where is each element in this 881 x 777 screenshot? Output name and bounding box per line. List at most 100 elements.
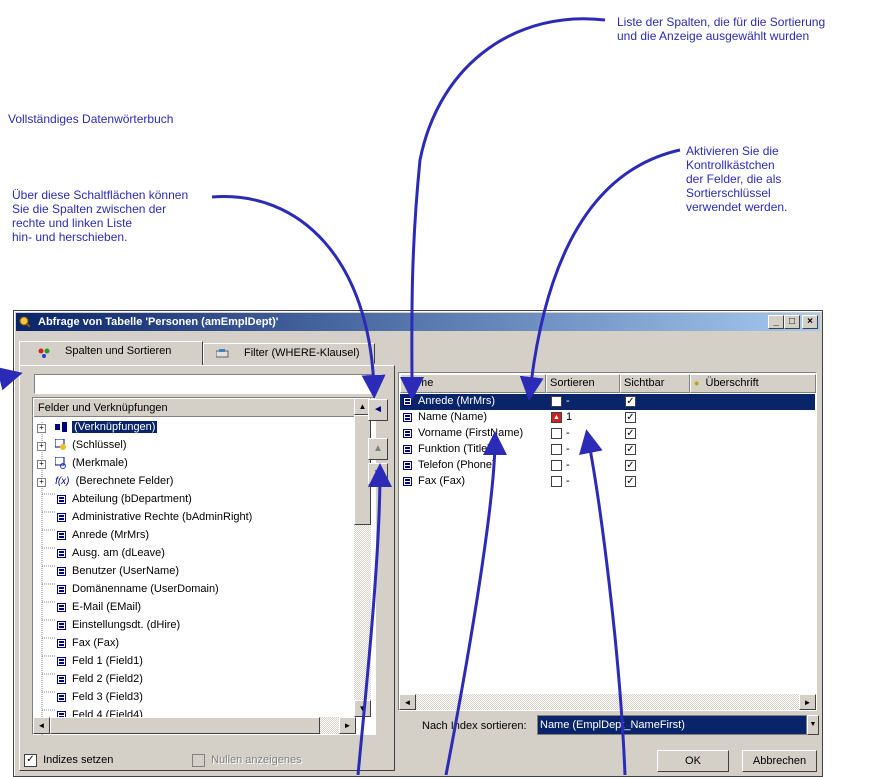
maximize-button[interactable]: □ xyxy=(784,315,800,329)
field-label: Domänenname (UserDomain) xyxy=(72,583,219,595)
grid-row[interactable]: Name (Name) ▲ 1 ✓ xyxy=(400,410,815,426)
show-nulls-checkbox[interactable]: Nullen anzeigenes xyxy=(192,754,302,767)
expand-icon[interactable]: + xyxy=(37,478,46,487)
tree-item-label: (Verknüpfungen) xyxy=(72,421,158,433)
sort-checkbox[interactable] xyxy=(551,444,562,455)
tab-filter-label: Filter (WHERE-Klausel) xyxy=(244,347,360,359)
scroll-right-icon[interactable]: ► xyxy=(339,717,356,734)
grid-cell-name: Anrede (MrMrs) xyxy=(418,395,496,407)
sort-index-select[interactable]: Name (EmplDept_NameFirst) xyxy=(537,715,807,735)
tree-item-label: (Merkmale) xyxy=(72,457,128,469)
minimize-button[interactable]: _ xyxy=(768,315,784,329)
sort-checkbox[interactable] xyxy=(551,476,562,487)
move-down-button[interactable]: ▼ xyxy=(368,463,388,485)
field-icon xyxy=(57,692,66,702)
field-list-item[interactable]: Feld 3 (Field3) xyxy=(57,688,143,706)
field-icon xyxy=(57,620,66,630)
columns-icon xyxy=(38,348,50,358)
grid-cell-name: Funktion (Title) xyxy=(418,443,491,455)
field-label: Fax (Fax) xyxy=(72,637,120,649)
grid-cell-name: Telefon (Phone) xyxy=(418,459,496,471)
tree-item-calculated[interactable]: + f(x) (Berechnete Felder) xyxy=(37,472,173,490)
field-icon xyxy=(57,494,66,504)
field-list-item[interactable]: Benutzer (UserName) xyxy=(57,562,179,580)
field-list-item[interactable]: Feld 2 (Field2) xyxy=(57,670,143,688)
checkbox-checked-icon[interactable]: ✓ xyxy=(24,754,37,767)
grid-row[interactable]: Vorname (FirstName) - ✓ xyxy=(400,426,815,442)
move-up-button[interactable]: ▲ xyxy=(368,438,388,460)
sort-index-label: Nach Index sortieren: xyxy=(422,720,527,732)
field-label: E-Mail (EMail) xyxy=(72,601,142,613)
ok-button[interactable]: OK xyxy=(657,750,729,772)
expand-icon[interactable]: + xyxy=(37,424,46,433)
col-header-sort[interactable]: Sortieren xyxy=(546,374,620,393)
visible-checkbox[interactable]: ✓ xyxy=(625,412,636,423)
visible-checkbox[interactable]: ✓ xyxy=(625,444,636,455)
field-list-item[interactable]: Domänenname (UserDomain) xyxy=(57,580,219,598)
scroll-down-icon[interactable]: ▼ xyxy=(354,700,371,717)
function-icon: f(x) xyxy=(55,476,70,487)
selected-columns-grid[interactable]: Name Sortieren Sichtbar ● Überschrift An… xyxy=(398,372,817,711)
visible-checkbox[interactable]: ✓ xyxy=(625,460,636,471)
hscroll-thumb[interactable] xyxy=(50,717,320,734)
field-icon xyxy=(403,477,412,486)
sort-checkbox[interactable] xyxy=(551,460,562,471)
field-list-item[interactable]: Feld 1 (Field1) xyxy=(57,652,143,670)
field-list-item[interactable]: Anrede (MrMrs) xyxy=(57,526,149,544)
tree-item-features[interactable]: + (Merkmale) xyxy=(37,454,128,472)
tab-filter[interactable]: Filter (WHERE-Klausel) xyxy=(203,343,375,364)
grid-scroll-left-icon[interactable]: ◄ xyxy=(399,694,416,710)
grid-row[interactable]: Funktion (Title) - ✓ xyxy=(400,442,815,458)
left-list-hscrollbar[interactable]: ◄ ► xyxy=(33,717,356,734)
annotation-move-buttons: Über diese Schaltflächen können Sie die … xyxy=(12,188,189,244)
tab-columns-sort[interactable]: Spalten und Sortieren xyxy=(19,341,203,365)
sort-checkbox[interactable] xyxy=(551,396,562,407)
grid-row[interactable]: Fax (Fax) - ✓ xyxy=(400,474,815,490)
grid-row[interactable]: Anrede (MrMrs) - ✓ xyxy=(400,394,815,410)
tree-item-keys[interactable]: + (Schlüssel) xyxy=(37,436,127,454)
scroll-left-icon[interactable]: ◄ xyxy=(33,717,50,734)
set-indexes-checkbox[interactable]: ✓ Indizes setzen xyxy=(24,754,113,767)
expand-icon[interactable]: + xyxy=(37,460,46,469)
grid-row[interactable]: Telefon (Phone) - ✓ xyxy=(400,458,815,474)
field-label: Anrede (MrMrs) xyxy=(72,529,150,541)
grid-cell-name: Vorname (FirstName) xyxy=(418,427,524,439)
field-label: Feld 1 (Field1) xyxy=(72,655,143,667)
field-label: Abteilung (bDepartment) xyxy=(72,493,192,505)
field-list-item[interactable]: Administrative Rechte (bAdminRight) xyxy=(57,508,252,526)
caption-marker-icon: ● xyxy=(694,378,700,388)
query-icon xyxy=(19,316,31,328)
close-button[interactable]: × xyxy=(802,315,818,329)
visible-checkbox[interactable]: ✓ xyxy=(625,396,636,407)
move-left-button[interactable]: ◄ xyxy=(368,399,388,421)
grid-cell-sort: 1 xyxy=(566,411,573,423)
grid-cell-sort: - xyxy=(566,475,570,487)
sort-checkbox[interactable] xyxy=(551,428,562,439)
fields-links-list[interactable]: Felder und Verknüpfungen + (Verknüpfunge… xyxy=(32,397,376,736)
dropdown-arrow-icon[interactable]: ▼ xyxy=(807,715,819,735)
tree-item-label: (Schlüssel) xyxy=(72,439,127,451)
visible-checkbox[interactable]: ✓ xyxy=(625,476,636,487)
field-label: Administrative Rechte (bAdminRight) xyxy=(72,511,253,523)
cancel-button[interactable]: Abbrechen xyxy=(742,750,817,772)
field-label: Benutzer (UserName) xyxy=(72,565,179,577)
grid-hscrollbar[interactable]: ◄ ► xyxy=(399,694,816,710)
col-header-name[interactable]: Name xyxy=(400,374,546,393)
grid-scroll-right-icon[interactable]: ► xyxy=(799,694,816,710)
col-header-caption[interactable]: ● Überschrift xyxy=(690,374,816,393)
checkbox-unchecked-icon[interactable] xyxy=(192,754,205,767)
field-list-item[interactable]: E-Mail (EMail) xyxy=(57,598,141,616)
field-list-item[interactable]: Ausg. am (dLeave) xyxy=(57,544,165,562)
field-search-input[interactable] xyxy=(34,374,375,394)
tree-item-links[interactable]: + (Verknüpfungen) xyxy=(37,418,158,436)
field-list-item[interactable]: Einstellungsdt. (dHire) xyxy=(57,616,180,634)
visible-checkbox[interactable]: ✓ xyxy=(625,428,636,439)
annotation-checkboxes: Aktivieren Sie die Kontrollkästchen der … xyxy=(686,144,788,214)
expand-icon[interactable]: + xyxy=(37,442,46,451)
field-list-item[interactable]: Abteilung (bDepartment) xyxy=(57,490,192,508)
field-icon xyxy=(57,602,66,612)
col-header-visible[interactable]: Sichtbar xyxy=(620,374,690,393)
sort-key-icon[interactable]: ▲ xyxy=(551,412,562,423)
field-list-item[interactable]: Fax (Fax) xyxy=(57,634,119,652)
filter-icon xyxy=(216,349,229,358)
